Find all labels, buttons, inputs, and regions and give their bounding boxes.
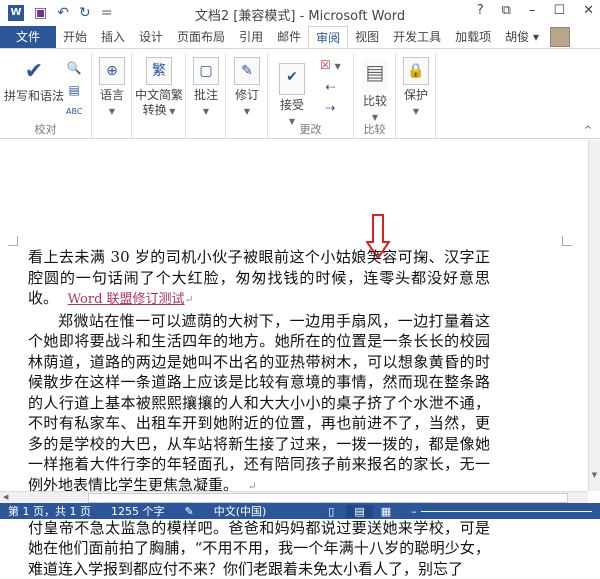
ribbon: ✔ 拼写和语法 🔍 ▤ ABC 校对 ⊕ 语言 ▼ 繁 中文简繁 转换 ▼ ▢ 批注… (0, 48, 600, 139)
group-protect: 🔒 保护 ▼ (396, 53, 436, 139)
tab-file[interactable]: 文件 (0, 26, 56, 48)
tab-references[interactable]: 引用 (232, 26, 270, 48)
tab-review[interactable]: 审阅 (308, 26, 349, 48)
vertical-scrollbar[interactable]: ▼ (588, 140, 600, 491)
tracked-insertion[interactable]: Word 联盟修订测试 (68, 292, 185, 307)
print-layout-icon[interactable]: ▤ (346, 504, 373, 518)
scroll-down-icon[interactable]: ▼ (589, 471, 600, 479)
comments-label: 批注 (193, 88, 218, 102)
paragraph: 看上去未满 30 岁的司机小伙子被眼前这个小姑娘笑容可掬、汉字正腔圆的一句话闹了… (28, 247, 490, 311)
tab-page-layout[interactable]: 页面布局 (170, 26, 232, 48)
read-mode-icon[interactable]: ▯ (328, 505, 334, 518)
tab-home[interactable]: 开始 (56, 26, 94, 48)
margin-corner (8, 236, 18, 246)
accept-button[interactable]: ✔ 接受 ▼ (276, 63, 308, 129)
paragraph-mark: ↵ (184, 293, 194, 306)
group-chinese-conversion: 繁 中文简繁 转换 ▼ (132, 53, 186, 139)
group-language: ⊕ 语言 ▼ (92, 53, 132, 139)
proofing-status-icon[interactable]: ✎ (184, 505, 193, 518)
group-label-compare: 比较 (363, 123, 386, 136)
language-label: 语言 (99, 88, 124, 102)
horizontal-scrollbar[interactable]: ◀ (0, 491, 588, 503)
spell-check-icon: ✔ (24, 59, 44, 84)
avatar[interactable] (550, 27, 570, 47)
group-label-proofing: 校对 (34, 123, 57, 136)
help-button[interactable]: ? (477, 3, 484, 18)
word-count[interactable]: 1255 个字 (111, 503, 165, 519)
track-changes-icon: ✎ (234, 57, 260, 85)
collapse-ribbon-button[interactable]: ^ (584, 125, 592, 136)
protect-button[interactable]: 🔒 保护 ▼ (400, 57, 432, 119)
zoom-slider[interactable] (420, 510, 592, 512)
paragraph-text: 郑微站在惟一可以遮荫的大树下，一边用手扇风，一边打量着这个她即将要战斗和生活四年… (28, 311, 490, 494)
horizontal-scroll-thumb[interactable] (88, 493, 568, 503)
scroll-left-icon[interactable]: ◀ (3, 493, 8, 501)
ribbon-display-button[interactable]: ⧉ (502, 3, 511, 18)
group-label-changes: 更改 (299, 123, 322, 136)
group-compare: ▤ 比较 ▼ 比较 (354, 53, 396, 139)
tab-insert[interactable]: 插入 (94, 26, 132, 48)
compare-icon: ▤ (362, 59, 388, 91)
thesaurus-icon[interactable]: ▤ (66, 79, 82, 101)
tracking-label: 修订 (234, 88, 259, 102)
spelling-label: 拼写和语法 (4, 89, 65, 103)
accept-icon: ✔ (279, 63, 305, 95)
spelling-grammar-button[interactable]: ✔ 拼写和语法 (4, 55, 64, 104)
conversion-label-1: 中文简繁 (134, 88, 183, 102)
conversion-icon: 繁 (146, 57, 172, 85)
web-layout-icon[interactable]: ▦ (381, 505, 391, 518)
next-change-icon[interactable]: ⇢ (320, 98, 341, 119)
zoom-out-button[interactable]: – (411, 505, 417, 518)
comments-button[interactable]: ▢ 批注 ▼ (190, 57, 222, 119)
reject-icon[interactable]: ☒ ▼ (320, 55, 341, 77)
word-count-icon[interactable]: ABC (66, 101, 82, 123)
page-count[interactable]: 第 1 页，共 1 页 (8, 503, 91, 519)
accept-label: 接受 (279, 98, 304, 112)
lock-icon: 🔒 (403, 57, 429, 85)
group-tracking: ✎ 修订 ▼ (226, 53, 268, 139)
margin-corner (562, 236, 572, 246)
group-comments: ▢ 批注 ▼ (186, 53, 226, 139)
language-status[interactable]: 中文(中国) (214, 503, 267, 519)
tab-addins[interactable]: 加载项 (448, 26, 498, 48)
comment-icon: ▢ (193, 57, 219, 85)
chinese-conversion-button[interactable]: 繁 中文简繁 转换 ▼ (134, 57, 184, 119)
group-proofing: ✔ 拼写和语法 🔍 ▤ ABC 校对 (0, 53, 92, 139)
language-icon: ⊕ (99, 57, 125, 85)
previous-change-icon[interactable]: ⇠ (320, 77, 341, 98)
compare-label: 比较 (362, 94, 387, 108)
tab-view[interactable]: 视图 (348, 26, 386, 48)
user-account[interactable]: 胡俊 ▾ (498, 26, 546, 48)
document-text[interactable]: 看上去未满 30 岁的司机小伙子被眼前这个小姑娘笑容可掬、汉字正腔圆的一句话闹了… (28, 247, 490, 579)
title-bar: W ▣ ↶ ↻ = 文档2 [兼容模式] - Microsoft Word ? … (0, 0, 600, 26)
tab-developer[interactable]: 开发工具 (386, 26, 448, 48)
conversion-label-2: 转换 (142, 103, 167, 117)
compare-button[interactable]: ▤ 比较 ▼ (359, 59, 391, 125)
track-changes-button[interactable]: ✎ 修订 ▼ (231, 57, 263, 119)
language-button[interactable]: ⊕ 语言 ▼ (96, 57, 128, 119)
minimize-button[interactable]: – (529, 3, 536, 18)
group-changes: ✔ 接受 ▼ ☒ ▼ ⇠ ⇢ 更改 (268, 53, 354, 139)
paragraph: 郑微站在惟一可以遮荫的大树下，一边用手扇风，一边打量着这个她即将要战斗和生活四年… (28, 311, 490, 498)
status-bar: 第 1 页，共 1 页 1255 个字 ✎ 中文(中国) ▯ ▤ ▦ – (0, 503, 600, 519)
ribbon-tabs: 文件 开始 插入 设计 页面布局 引用 邮件 审阅 视图 开发工具 加载项 胡俊… (0, 26, 600, 48)
tab-mailings[interactable]: 邮件 (270, 26, 308, 48)
tab-design[interactable]: 设计 (132, 26, 170, 48)
maximize-button[interactable]: ☐ (553, 3, 565, 18)
research-icon[interactable]: 🔍 (66, 57, 82, 79)
close-button[interactable]: ✕ (583, 3, 594, 18)
protect-label: 保护 (403, 88, 428, 102)
